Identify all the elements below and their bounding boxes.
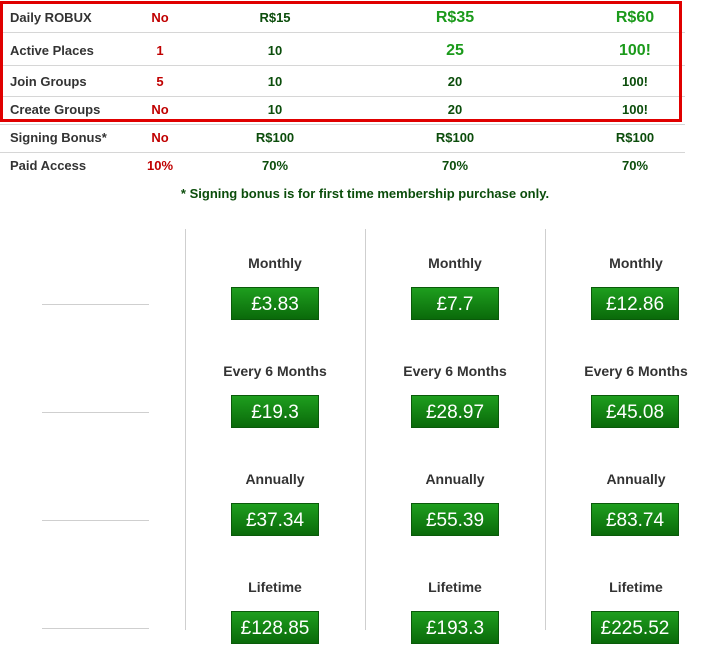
column-divider: [545, 229, 546, 630]
buy-annual-button[interactable]: £55.39: [411, 503, 499, 536]
buy-annual-button[interactable]: £37.34: [231, 503, 319, 536]
plan-period-label: Monthly: [248, 255, 302, 271]
table-row-create-groups: Create Groups No 10 20 100!: [0, 96, 685, 125]
table-row-daily-robux: Daily ROBUX No R$15 R$35 R$60: [0, 4, 685, 33]
outrageous-value: 100!: [621, 102, 649, 117]
plan-period-label: Annually: [425, 471, 485, 487]
row-label: Active Places: [10, 43, 94, 58]
row-label: Daily ROBUX: [10, 10, 92, 25]
free-value: 10%: [146, 158, 174, 173]
table-row-signing-bonus: Signing Bonus* No R$100 R$100 R$100: [0, 124, 685, 153]
plan-period-label: Annually: [245, 471, 305, 487]
row-label: Signing Bonus*: [10, 130, 107, 145]
outrageous-value: R$100: [615, 130, 655, 145]
row-label: Join Groups: [10, 74, 87, 89]
row-divider: [42, 520, 149, 521]
classic-value: 10: [267, 43, 283, 58]
row-label: Create Groups: [10, 102, 101, 117]
turbo-value: R$35: [435, 9, 475, 26]
column-divider: [365, 229, 366, 630]
free-value: 5: [156, 74, 164, 89]
outrageous-value: R$60: [615, 9, 655, 26]
row-divider: [42, 412, 149, 413]
buy-monthly-button[interactable]: £7.7: [411, 287, 499, 320]
row-divider: [42, 628, 149, 629]
turbo-value: R$100: [435, 130, 475, 145]
table-row-paid-access: Paid Access 10% 70% 70% 70%: [0, 152, 685, 180]
free-value: No: [151, 130, 169, 145]
free-value: No: [151, 10, 169, 25]
turbo-value: 25: [446, 42, 464, 59]
classic-value: R$15: [259, 10, 291, 25]
buy-monthly-button[interactable]: £12.86: [591, 287, 679, 320]
turbo-value: 20: [447, 74, 463, 89]
plan-period-label: Monthly: [609, 255, 663, 271]
outrageous-value: 100!: [621, 74, 649, 89]
plan-period-label: Annually: [606, 471, 666, 487]
plan-period-label: Lifetime: [609, 579, 663, 595]
outrageous-value: 70%: [621, 158, 649, 173]
buy-lifetime-button[interactable]: £128.85: [231, 611, 319, 644]
turbo-value: 70%: [441, 158, 469, 173]
buy-annual-button[interactable]: £83.74: [591, 503, 679, 536]
turbo-value: 20: [447, 102, 463, 117]
table-row-join-groups: Join Groups 5 10 20 100!: [0, 68, 685, 97]
free-value: 1: [156, 43, 164, 58]
table-row-active-places: Active Places 1 10 25 100!: [0, 37, 685, 66]
classic-value: R$100: [255, 130, 295, 145]
row-divider: [42, 304, 149, 305]
classic-value: 10: [267, 102, 283, 117]
plan-period-label: Every 6 Months: [584, 363, 688, 379]
plan-period-label: Lifetime: [428, 579, 482, 595]
buy-6-months-button[interactable]: £28.97: [411, 395, 499, 428]
free-value: No: [151, 102, 169, 117]
plan-period-label: Every 6 Months: [223, 363, 327, 379]
buy-6-months-button[interactable]: £19.3: [231, 395, 319, 428]
plan-period-label: Monthly: [428, 255, 482, 271]
row-label: Paid Access: [10, 158, 87, 173]
column-divider: [185, 229, 186, 630]
plan-period-label: Lifetime: [248, 579, 302, 595]
plan-period-label: Every 6 Months: [403, 363, 507, 379]
buy-monthly-button[interactable]: £3.83: [231, 287, 319, 320]
buy-lifetime-button[interactable]: £193.3: [411, 611, 499, 644]
signing-bonus-footnote: * Signing bonus is for first time member…: [180, 186, 550, 201]
classic-value: 70%: [261, 158, 289, 173]
buy-lifetime-button[interactable]: £225.52: [591, 611, 679, 644]
outrageous-value: 100!: [618, 42, 652, 59]
classic-value: 10: [267, 74, 283, 89]
buy-6-months-button[interactable]: £45.08: [591, 395, 679, 428]
